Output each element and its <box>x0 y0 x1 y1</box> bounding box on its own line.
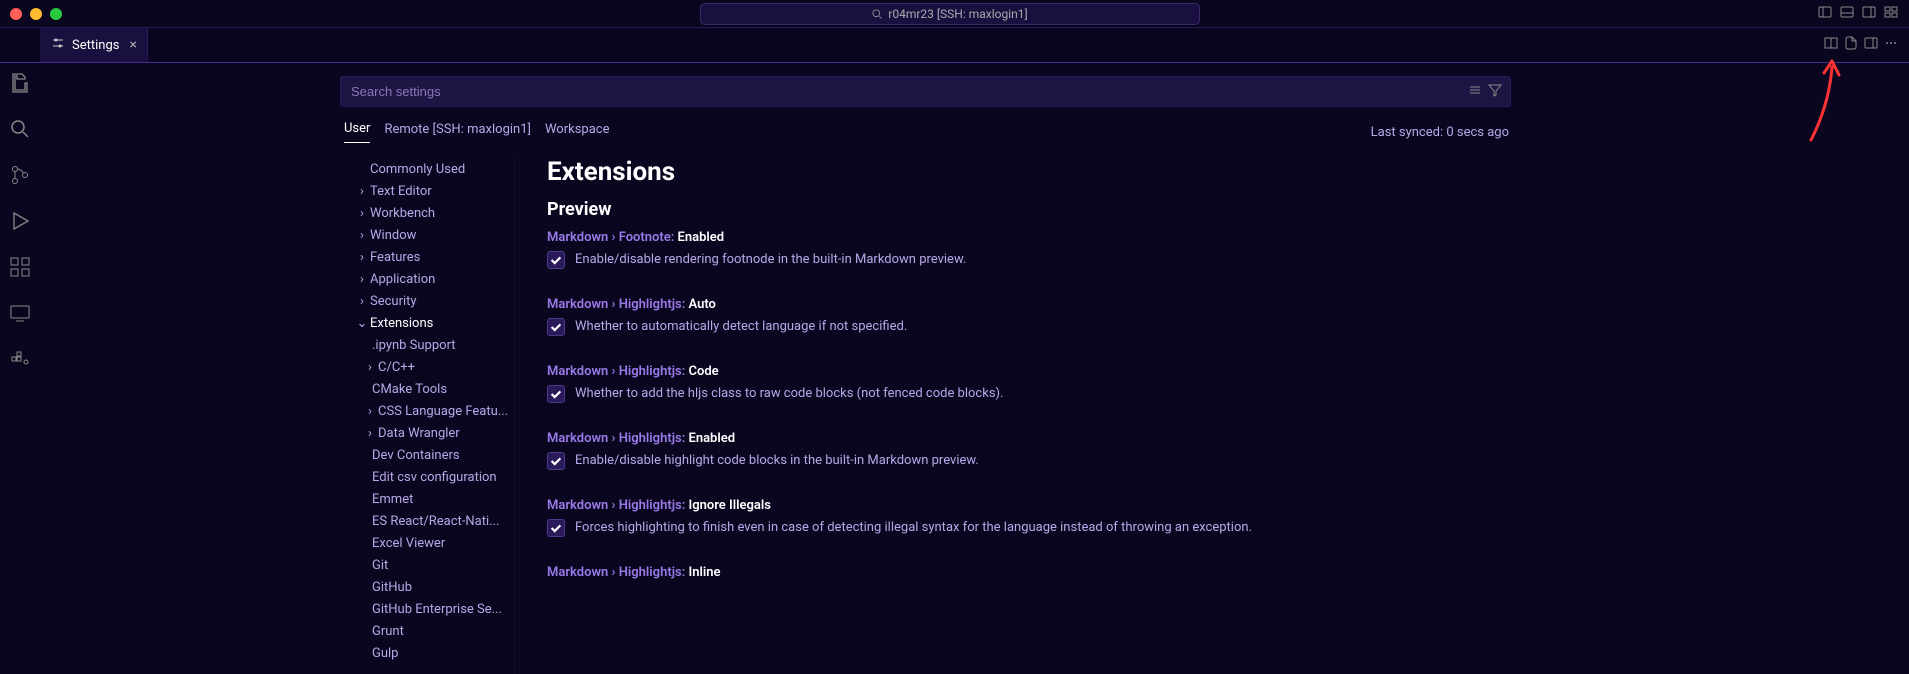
tab-bar: Settings × <box>0 28 1909 63</box>
subsection-header-preview: Preview <box>547 199 1509 220</box>
tree-text-editor[interactable]: ›Text Editor <box>340 181 514 203</box>
tree-commonly-used[interactable]: Commonly Used <box>340 159 514 181</box>
setting-description: Enable/disable rendering footnode in the… <box>575 251 966 269</box>
tree-ext-editcsv[interactable]: Edit csv configuration <box>340 467 514 489</box>
maximize-window-button[interactable] <box>50 8 62 20</box>
search-icon <box>871 8 883 20</box>
tree-ext-github[interactable]: GitHub <box>340 577 514 599</box>
chevron-right-icon: › <box>354 293 370 311</box>
window-controls <box>0 8 62 20</box>
chevron-right-icon: › <box>354 227 370 245</box>
setting-highlightjs-enabled: Markdown › Highlightjs: Enabled Enable/d… <box>547 431 1509 470</box>
checkbox[interactable] <box>547 251 565 269</box>
minimize-window-button[interactable] <box>30 8 42 20</box>
setting-highlightjs-code: Markdown › Highlightjs: Code Whether to … <box>547 364 1509 403</box>
setting-highlightjs-inline: Markdown › Highlightjs: Inline <box>547 565 1509 580</box>
chevron-right-icon: › <box>362 425 378 443</box>
chevron-right-icon: › <box>354 271 370 289</box>
scope-workspace[interactable]: Workspace <box>545 122 610 143</box>
docker-icon[interactable] <box>8 347 32 375</box>
tree-features[interactable]: ›Features <box>340 247 514 269</box>
settings-scope-tabs: User Remote [SSH: maxlogin1] Workspace L… <box>340 107 1509 149</box>
open-settings-json-icon[interactable] <box>1843 35 1859 55</box>
filter-icon[interactable] <box>1487 82 1503 102</box>
tree-security[interactable]: ›Security <box>340 291 514 313</box>
activity-bar <box>0 63 40 674</box>
tree-window[interactable]: ›Window <box>340 225 514 247</box>
tree-ext-css[interactable]: ›CSS Language Featu... <box>340 401 514 423</box>
search-activity-icon[interactable] <box>8 117 32 145</box>
extensions-activity-icon[interactable] <box>8 255 32 283</box>
command-center[interactable]: r04mr23 [SSH: maxlogin1] <box>700 3 1200 25</box>
tree-ext-ipynb[interactable]: .ipynb Support <box>340 335 514 357</box>
scope-user[interactable]: User <box>344 121 370 143</box>
titlebar: r04mr23 [SSH: maxlogin1] <box>0 0 1909 28</box>
settings-tree[interactable]: Commonly Used ›Text Editor ›Workbench ›W… <box>340 155 515 674</box>
settings-search-input[interactable] <box>340 76 1511 107</box>
tree-extensions[interactable]: ⌄Extensions <box>340 313 514 335</box>
tree-ext-cmake[interactable]: CMake Tools <box>340 379 514 401</box>
panel-right-icon[interactable] <box>1861 4 1877 24</box>
settings-tab-icon <box>50 35 66 55</box>
tree-ext-git[interactable]: Git <box>340 555 514 577</box>
panel-left-icon[interactable] <box>1817 4 1833 24</box>
tab-label: Settings <box>72 38 119 53</box>
setting-description: Forces highlighting to finish even in ca… <box>575 519 1252 537</box>
more-actions-icon[interactable] <box>1883 35 1899 55</box>
explorer-icon[interactable] <box>8 71 32 99</box>
checkbox[interactable] <box>547 385 565 403</box>
setting-description: Whether to automatically detect language… <box>575 318 907 336</box>
chevron-down-icon: ⌄ <box>354 315 370 333</box>
tree-ext-cpp[interactable]: ›C/C++ <box>340 357 514 379</box>
setting-highlightjs-ignore-illegals: Markdown › Highlightjs: Ignore Illegals … <box>547 498 1509 537</box>
split-editor-icon[interactable] <box>1823 35 1839 55</box>
chevron-right-icon: › <box>362 403 378 421</box>
setting-description: Enable/disable highlight code blocks in … <box>575 452 979 470</box>
chevron-right-icon: › <box>354 205 370 223</box>
layout-icon[interactable] <box>1883 4 1899 24</box>
scope-remote[interactable]: Remote [SSH: maxlogin1] <box>384 122 531 143</box>
tree-workbench[interactable]: ›Workbench <box>340 203 514 225</box>
checkbox[interactable] <box>547 519 565 537</box>
tree-ext-dw[interactable]: ›Data Wrangler <box>340 423 514 445</box>
panel-bottom-icon[interactable] <box>1839 4 1855 24</box>
clear-search-icon[interactable] <box>1467 82 1483 102</box>
tab-settings[interactable]: Settings × <box>40 28 148 62</box>
close-tab-icon[interactable]: × <box>129 37 136 53</box>
run-debug-icon[interactable] <box>8 209 32 237</box>
settings-list[interactable]: Extensions Preview Markdown › Footnote: … <box>515 155 1509 674</box>
setting-footnote-enabled: Markdown › Footnote: Enabled Enable/disa… <box>547 230 1509 269</box>
chevron-right-icon: › <box>354 183 370 201</box>
checkbox[interactable] <box>547 318 565 336</box>
chevron-right-icon: › <box>354 249 370 267</box>
setting-description: Whether to add the hljs class to raw cod… <box>575 385 1004 403</box>
sync-status[interactable]: Last synced: 0 secs ago <box>1371 125 1509 140</box>
tree-ext-emmet[interactable]: Emmet <box>340 489 514 511</box>
command-center-label: r04mr23 [SSH: maxlogin1] <box>888 7 1027 21</box>
tree-ext-gulp[interactable]: Gulp <box>340 643 514 665</box>
checkbox[interactable] <box>547 452 565 470</box>
tree-ext-grunt[interactable]: Grunt <box>340 621 514 643</box>
setting-highlightjs-auto: Markdown › Highlightjs: Auto Whether to … <box>547 297 1509 336</box>
source-control-icon[interactable] <box>8 163 32 191</box>
tree-ext-ghe[interactable]: GitHub Enterprise Se... <box>340 599 514 621</box>
tree-ext-devc[interactable]: Dev Containers <box>340 445 514 467</box>
tree-ext-excel[interactable]: Excel Viewer <box>340 533 514 555</box>
section-header-extensions: Extensions <box>547 157 1509 187</box>
tree-ext-esreact[interactable]: ES React/React-Nati... <box>340 511 514 533</box>
close-window-button[interactable] <box>10 8 22 20</box>
chevron-right-icon: › <box>362 359 378 377</box>
tree-application[interactable]: ›Application <box>340 269 514 291</box>
remote-explorer-icon[interactable] <box>8 301 32 329</box>
toggle-sidebar-icon[interactable] <box>1863 35 1879 55</box>
